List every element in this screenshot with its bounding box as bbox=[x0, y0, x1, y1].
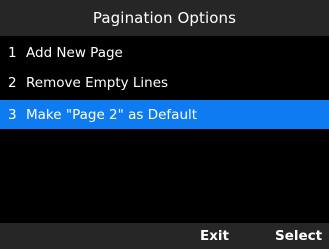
menu-item-number: 3 bbox=[8, 106, 17, 123]
menu-item-number: 1 bbox=[8, 44, 17, 61]
menu-item-label: Add New Page bbox=[26, 44, 123, 61]
options-menu: 1 Add New Page 2 Remove Empty Lines 3 Ma… bbox=[0, 36, 329, 221]
menu-item-add-new-page[interactable]: 1 Add New Page bbox=[0, 38, 329, 67]
page-title: Pagination Options bbox=[92, 9, 237, 27]
screen: Pagination Options 1 Add New Page 2 Remo… bbox=[0, 0, 329, 249]
menu-item-label: Remove Empty Lines bbox=[26, 74, 169, 91]
menu-item-make-page-2-default[interactable]: 3 Make "Page 2" as Default bbox=[0, 100, 329, 129]
header-bar: Pagination Options bbox=[0, 0, 329, 36]
exit-softkey[interactable]: Exit bbox=[200, 223, 229, 249]
softkey-bar: Exit Select bbox=[0, 223, 329, 249]
menu-item-remove-empty-lines[interactable]: 2 Remove Empty Lines bbox=[0, 68, 329, 97]
menu-item-number: 2 bbox=[8, 74, 17, 91]
menu-item-label: Make "Page 2" as Default bbox=[26, 106, 198, 123]
select-softkey[interactable]: Select bbox=[275, 223, 322, 249]
